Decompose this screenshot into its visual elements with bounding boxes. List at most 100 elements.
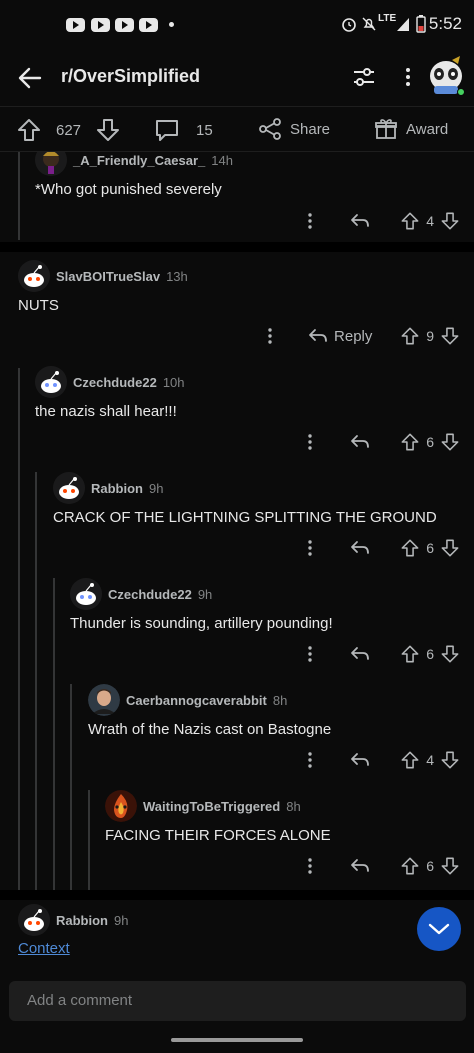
comment: Caerbannogcaverabbit 8h Wrath of the Naz… (0, 684, 474, 790)
gesture-nav-handle[interactable] (171, 1038, 303, 1042)
reply-icon[interactable] (330, 540, 390, 556)
comment-body: FACING THEIR FORCES ALONE (105, 827, 331, 844)
comment-author[interactable]: _A_Friendly_Caesar_ (73, 153, 205, 168)
award-button[interactable]: Award (374, 117, 448, 141)
snoo-avatar[interactable] (18, 904, 50, 936)
back-arrow-icon[interactable] (16, 64, 44, 92)
user-avatar[interactable] (426, 54, 466, 98)
reply-icon[interactable] (330, 646, 390, 662)
downvote-icon[interactable] (440, 644, 460, 664)
post-vote-group: 627 (16, 117, 121, 143)
downvote-icon[interactable] (440, 538, 460, 558)
comment-meta: Czechdude22 9h (70, 578, 212, 610)
comment-author[interactable]: Caerbannogcaverabbit (126, 693, 267, 708)
comment-author[interactable]: Czechdude22 (73, 375, 157, 390)
comment-more-icon[interactable] (290, 752, 330, 768)
upvote-icon[interactable] (400, 432, 420, 452)
comment-actions: 6 (290, 851, 460, 881)
photo-avatar[interactable] (88, 684, 120, 716)
vote-count: 9 (426, 328, 434, 344)
downvote-icon[interactable] (440, 211, 460, 231)
comment: Rabbion 9h CRACK OF THE LIGHTNING SPLITT… (0, 472, 474, 578)
battery-icon (416, 15, 426, 33)
comment: Czechdude22 10h the nazis shall hear!!! … (0, 366, 474, 472)
reply-icon[interactable] (330, 434, 390, 450)
comment-meta: _A_Friendly_Caesar_ 14h (35, 152, 233, 176)
downvote-icon[interactable] (95, 117, 121, 143)
comment-body: NUTS (18, 297, 59, 314)
downvote-icon[interactable] (440, 750, 460, 770)
reply-icon[interactable] (330, 213, 390, 229)
snoo-avatar[interactable] (70, 578, 102, 610)
clock: 5:52 (428, 14, 462, 33)
upvote-icon[interactable] (400, 644, 420, 664)
upvote-icon[interactable] (400, 538, 420, 558)
downvote-icon[interactable] (440, 432, 460, 452)
reply-button[interactable]: Reply (290, 328, 390, 345)
post-score: 627 (56, 121, 82, 139)
comment-more-icon[interactable] (290, 213, 330, 229)
comment-age: 8h (286, 798, 301, 814)
share-icon (259, 118, 281, 140)
reply-icon (309, 329, 327, 342)
snoo-avatar[interactable] (18, 260, 50, 292)
comment: Czechdude22 9h Thunder is sounding, arti… (0, 578, 474, 684)
comment: Rabbion 9h (0, 904, 474, 980)
comment-actions: 6 (290, 427, 460, 457)
comments-button[interactable]: 15 (154, 117, 213, 143)
vote-count: 6 (426, 540, 434, 556)
comment-author[interactable]: WaitingToBeTriggered (143, 799, 280, 814)
gift-icon (375, 119, 397, 139)
comment-composer: Add a comment (0, 976, 474, 1053)
overflow-menu-icon[interactable] (400, 66, 416, 88)
comment-author[interactable]: Rabbion (56, 913, 108, 928)
comment-actions: 4 (290, 745, 460, 775)
snoo-avatar[interactable] (53, 472, 85, 504)
scroll-down-button[interactable] (417, 907, 461, 951)
comment-vote: 4 (400, 211, 460, 231)
comment-author[interactable]: Czechdude22 (108, 587, 192, 602)
upvote-icon[interactable] (400, 326, 420, 346)
sort-filter-icon[interactable] (351, 64, 377, 90)
comment-more-icon[interactable] (250, 328, 290, 344)
reply-icon[interactable] (330, 752, 390, 768)
chevron-down-icon (428, 923, 450, 935)
thread-separator (0, 890, 474, 900)
downvote-icon[interactable] (440, 856, 460, 876)
comment-actions: Reply 9 (250, 321, 460, 351)
comment-count: 15 (196, 121, 213, 139)
comment-age: 9h (197, 586, 213, 602)
share-label: Share (290, 120, 331, 138)
comment-more-icon[interactable] (290, 434, 330, 450)
comment-more-icon[interactable] (290, 858, 330, 874)
comment-more-icon[interactable] (290, 646, 330, 662)
comment-list: _A_Friendly_Caesar_ 14h *Who got punishe… (0, 152, 474, 980)
upvote-icon[interactable] (400, 856, 420, 876)
upvote-icon[interactable] (400, 750, 420, 770)
add-comment-field[interactable]: Add a comment (9, 981, 466, 1021)
comment-vote: 6 (400, 856, 460, 876)
comment-actions: 4 (290, 206, 460, 236)
comment-age: 9h (149, 480, 164, 496)
comment-meta: SlavBOITrueSlav 13h (18, 260, 188, 292)
youtube-icon (91, 18, 110, 32)
comment-author[interactable]: SlavBOITrueSlav (56, 269, 160, 284)
subreddit-title[interactable]: r/OverSimplified (61, 66, 200, 87)
context-link[interactable]: Context (18, 940, 70, 957)
top-app-bar: r/OverSimplified (0, 50, 474, 106)
share-button[interactable]: Share (258, 117, 330, 141)
comment-author[interactable]: Rabbion (91, 481, 143, 496)
caesar-avatar[interactable] (35, 152, 67, 176)
upvote-icon[interactable] (16, 117, 42, 143)
comment-meta: WaitingToBeTriggered 8h (105, 790, 301, 822)
notification-dot-icon (169, 22, 174, 27)
comment-body: *Who got punished severely (35, 181, 222, 198)
upvote-icon[interactable] (400, 211, 420, 231)
comment-more-icon[interactable] (290, 540, 330, 556)
reply-icon[interactable] (330, 858, 390, 874)
fire-avatar[interactable] (105, 790, 137, 822)
snoo-avatar[interactable] (35, 366, 67, 398)
downvote-icon[interactable] (440, 326, 460, 346)
comment-age: 13h (166, 268, 188, 284)
comment-meta: Rabbion 9h (53, 472, 163, 504)
